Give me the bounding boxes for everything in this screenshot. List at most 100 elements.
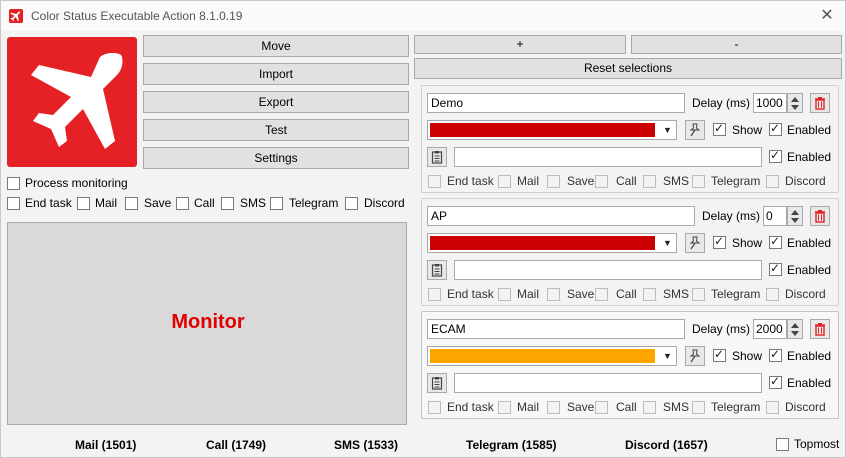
mail-checkbox[interactable] (498, 175, 511, 188)
sms-label: SMS (663, 287, 690, 301)
save-checkbox[interactable] (547, 175, 560, 188)
enabled-checkbox[interactable] (769, 234, 782, 249)
show-checkbox[interactable] (713, 121, 726, 136)
left-call-checkbox[interactable] (176, 197, 189, 210)
sms-label: SMS (663, 400, 690, 414)
discord-checkbox[interactable] (766, 288, 779, 301)
show-label: Show (732, 236, 763, 250)
mail-checkbox[interactable] (498, 401, 511, 414)
left-discord-label: Discord (364, 196, 405, 210)
clipboard-icon[interactable] (427, 147, 447, 167)
trash-icon[interactable] (810, 206, 830, 226)
save-label: Save (567, 400, 595, 414)
enabled-label: Enabled (787, 349, 832, 363)
process-monitoring-label: Process monitoring (25, 176, 128, 190)
chevron-down-icon: ▼ (663, 351, 672, 361)
enabled-checkbox[interactable] (769, 347, 782, 362)
entry-group: Demo Delay (ms)1000 ▼ Show Enabled Enabled End… (421, 85, 839, 193)
clipboard-icon[interactable] (427, 260, 447, 280)
remove-entry-button[interactable]: - (631, 35, 842, 54)
export-button[interactable]: Export (143, 91, 409, 113)
mail-label: Mail (517, 287, 540, 301)
command-input[interactable] (454, 373, 762, 393)
show-checkbox[interactable] (713, 347, 726, 362)
color-select[interactable]: ▼ (427, 233, 677, 253)
color-select[interactable]: ▼ (427, 346, 677, 366)
left-sms-checkbox[interactable] (221, 197, 234, 210)
settings-button[interactable]: Settings (143, 147, 409, 169)
left-telegram-label: Telegram (289, 196, 339, 210)
color-swatch (430, 349, 655, 363)
telegram-count: Telegram (1585) (466, 438, 557, 452)
telegram-checkbox[interactable] (692, 175, 705, 188)
left-end-task-checkbox[interactable] (7, 197, 20, 210)
telegram-label: Telegram (711, 400, 761, 414)
trash-icon[interactable] (810, 93, 830, 113)
save-checkbox[interactable] (547, 401, 560, 414)
call-checkbox[interactable] (595, 175, 608, 188)
left-discord-checkbox[interactable] (345, 197, 358, 210)
delay-spinner[interactable] (787, 93, 803, 113)
call-count: Call (1749) (206, 438, 267, 452)
airplane-icon (9, 9, 23, 23)
pin-icon[interactable] (685, 346, 705, 366)
telegram-checkbox[interactable] (692, 401, 705, 414)
clipboard-icon[interactable] (427, 373, 447, 393)
end-task-label: End task (447, 174, 494, 188)
command-input[interactable] (454, 147, 762, 167)
delay-spinner[interactable] (787, 206, 803, 226)
enabled-checkbox[interactable] (769, 121, 782, 136)
chevron-down-icon: ▼ (663, 238, 672, 248)
left-telegram-checkbox[interactable] (270, 197, 283, 210)
left-mail-label: Mail (95, 196, 118, 210)
process-monitoring-checkbox[interactable] (7, 177, 20, 190)
call-checkbox[interactable] (595, 288, 608, 301)
command-enabled-label: Enabled (787, 150, 832, 164)
telegram-checkbox[interactable] (692, 288, 705, 301)
entry-name-input[interactable]: Demo (427, 93, 685, 113)
delay-input[interactable]: 1000 (753, 93, 787, 113)
sms-checkbox[interactable] (643, 401, 656, 414)
end-task-checkbox[interactable] (428, 401, 441, 414)
trash-icon[interactable] (810, 319, 830, 339)
sms-checkbox[interactable] (643, 175, 656, 188)
save-checkbox[interactable] (547, 288, 560, 301)
discord-checkbox[interactable] (766, 401, 779, 414)
command-input[interactable] (454, 260, 762, 280)
color-select[interactable]: ▼ (427, 120, 677, 140)
delay-input[interactable]: 0 (763, 206, 787, 226)
topmost-label: Topmost (794, 437, 840, 451)
move-button[interactable]: Move (143, 35, 409, 57)
add-entry-button[interactable]: + (414, 35, 626, 54)
command-enabled-checkbox[interactable] (769, 148, 782, 163)
show-checkbox[interactable] (713, 234, 726, 249)
discord-checkbox[interactable] (766, 175, 779, 188)
entry-name-input[interactable]: AP (427, 206, 695, 226)
topmost-checkbox[interactable] (776, 438, 789, 451)
left-save-checkbox[interactable] (125, 197, 138, 210)
end-task-checkbox[interactable] (428, 288, 441, 301)
enabled-label: Enabled (787, 236, 832, 250)
mail-checkbox[interactable] (498, 288, 511, 301)
reset-selections-button[interactable]: Reset selections (414, 58, 842, 79)
sms-checkbox[interactable] (643, 288, 656, 301)
delay-spinner[interactable] (787, 319, 803, 339)
left-save-label: Save (144, 196, 172, 210)
command-enabled-checkbox[interactable] (769, 261, 782, 276)
monitor-label: Monitor (171, 311, 245, 333)
save-label: Save (567, 287, 595, 301)
call-checkbox[interactable] (595, 401, 608, 414)
left-mail-checkbox[interactable] (77, 197, 90, 210)
pin-icon[interactable] (685, 120, 705, 140)
end-task-checkbox[interactable] (428, 175, 441, 188)
delay-input[interactable]: 2000 (753, 319, 787, 339)
entry-name-input[interactable]: ECAM (427, 319, 685, 339)
window-title: Color Status Executable Action 8.1.0.19 (31, 9, 243, 23)
command-enabled-checkbox[interactable] (769, 374, 782, 389)
delay-label: Delay (ms) (692, 322, 751, 336)
test-button[interactable]: Test (143, 119, 409, 141)
close-button[interactable]: ✕ (815, 5, 839, 27)
import-button[interactable]: Import (143, 63, 409, 85)
left-call-label: Call (194, 196, 215, 210)
pin-icon[interactable] (685, 233, 705, 253)
